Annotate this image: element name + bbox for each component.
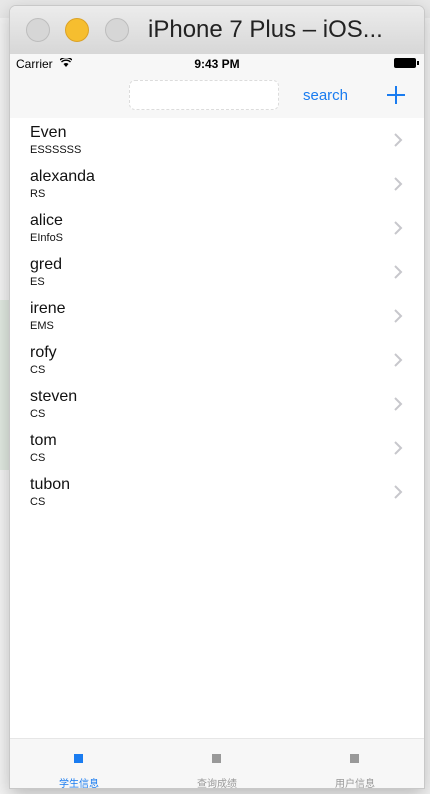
status-bar: Carrier 9:43 PM — [10, 54, 424, 74]
tab-label: 学生信息 — [59, 779, 99, 788]
student-major: CS — [30, 364, 46, 376]
list-item[interactable]: tubon CS — [10, 470, 424, 514]
chevron-right-icon — [394, 265, 403, 279]
chevron-right-icon — [394, 309, 403, 323]
list-item[interactable]: tom CS — [10, 426, 424, 470]
close-window-button[interactable] — [26, 18, 50, 42]
tab-label: 用户信息 — [335, 779, 375, 788]
student-major: ES — [30, 276, 45, 288]
status-time: 9:43 PM — [194, 57, 240, 71]
chevron-right-icon — [394, 353, 403, 367]
tab-square-icon — [212, 754, 221, 763]
student-major: EMS — [30, 320, 54, 332]
student-name: irene — [30, 300, 66, 317]
search-input[interactable] — [129, 80, 279, 110]
background-gutter — [0, 300, 10, 470]
student-name: tubon — [30, 476, 71, 493]
chevron-right-icon — [394, 133, 403, 147]
chevron-right-icon — [394, 221, 403, 235]
student-name: tom — [30, 432, 57, 449]
student-list: Even ESSSSSS alexanda RS alice EInfoS gr… — [10, 118, 424, 514]
student-name: Even — [30, 124, 67, 141]
list-item[interactable]: irene EMS — [10, 294, 424, 338]
plus-icon[interactable] — [384, 83, 408, 107]
tab-square-icon — [74, 754, 83, 763]
window-title: iPhone 7 Plus – iOS... — [148, 16, 383, 43]
tab-user-info[interactable]: 用户信息 — [286, 739, 424, 788]
chevron-right-icon — [394, 397, 403, 411]
list-item[interactable]: rofy CS — [10, 338, 424, 382]
tab-student-info[interactable]: 学生信息 — [10, 739, 148, 788]
list-item[interactable]: gred ES — [10, 250, 424, 294]
student-name: rofy — [30, 344, 57, 361]
tab-bar: 学生信息 查询成绩 用户信息 — [10, 738, 424, 788]
chevron-right-icon — [394, 177, 403, 191]
student-major: RS — [30, 188, 46, 200]
student-name: steven — [30, 388, 78, 405]
chevron-right-icon — [394, 485, 403, 499]
title-bar: iPhone 7 Plus – iOS... — [10, 6, 424, 55]
minimize-window-button[interactable] — [65, 18, 89, 42]
list-item[interactable]: alexanda RS — [10, 162, 424, 206]
student-major: CS — [30, 408, 46, 420]
zoom-window-button[interactable] — [105, 18, 129, 42]
device-screen: Carrier 9:43 PM search Even ESSSSSS alex… — [10, 54, 424, 788]
list-item[interactable]: alice EInfoS — [10, 206, 424, 250]
search-button[interactable]: search — [303, 87, 348, 104]
tab-label: 查询成绩 — [197, 779, 237, 788]
list-item[interactable]: Even ESSSSSS — [10, 118, 424, 162]
student-major: CS — [30, 452, 46, 464]
navigation-bar: search — [10, 74, 424, 118]
student-name: alice — [30, 212, 63, 229]
tab-square-icon — [350, 754, 359, 763]
student-name: gred — [30, 256, 63, 273]
list-item[interactable]: steven CS — [10, 382, 424, 426]
student-major: EInfoS — [30, 232, 64, 244]
student-major: ESSSSSS — [30, 144, 82, 156]
battery-icon — [394, 58, 419, 68]
tab-query-grades[interactable]: 查询成绩 — [148, 739, 286, 788]
chevron-right-icon — [394, 441, 403, 455]
student-name: alexanda — [30, 168, 95, 185]
simulator-window: iPhone 7 Plus – iOS... Carrier 9:43 PM s… — [10, 6, 424, 788]
student-major: CS — [30, 496, 46, 508]
